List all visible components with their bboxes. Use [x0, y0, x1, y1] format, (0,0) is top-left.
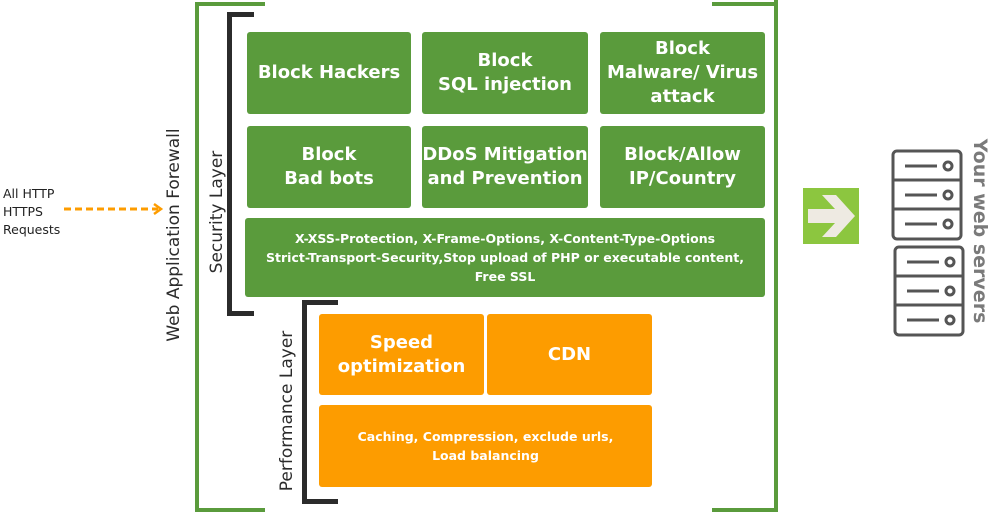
- web-servers-label: Your web servers: [969, 138, 991, 324]
- green-arrow-right-icon: [803, 188, 859, 244]
- cdn-box: CDN: [487, 314, 652, 395]
- security-headers-box: X-XSS-Protection, X-Frame-Options, X-Con…: [245, 218, 765, 297]
- speed-optimization-box: Speed optimization: [319, 314, 484, 395]
- block-malware-box: Block Malware/ Virus attack: [600, 32, 765, 114]
- block-sql-injection-box: Block SQL injection: [422, 32, 588, 114]
- caching-box: Caching, Compression, exclude urls, Load…: [319, 405, 652, 487]
- block-allow-ip-box: Block/Allow IP/Country: [600, 126, 765, 208]
- block-bad-bots-box: Block Bad bots: [247, 126, 411, 208]
- requests-label: All HTTP HTTPS Requests: [3, 186, 61, 237]
- performance-layer-label: Performance Layer: [277, 330, 297, 492]
- firewall-label: Web Application Forewall: [164, 128, 184, 342]
- server-rack-icon: [891, 149, 965, 337]
- security-layer-label: Security Layer: [207, 150, 227, 274]
- ddos-mitigation-box: DDoS Mitigation and Prevention: [422, 126, 588, 208]
- dashed-arrow-icon: [64, 202, 164, 216]
- block-hackers-box: Block Hackers: [247, 32, 411, 114]
